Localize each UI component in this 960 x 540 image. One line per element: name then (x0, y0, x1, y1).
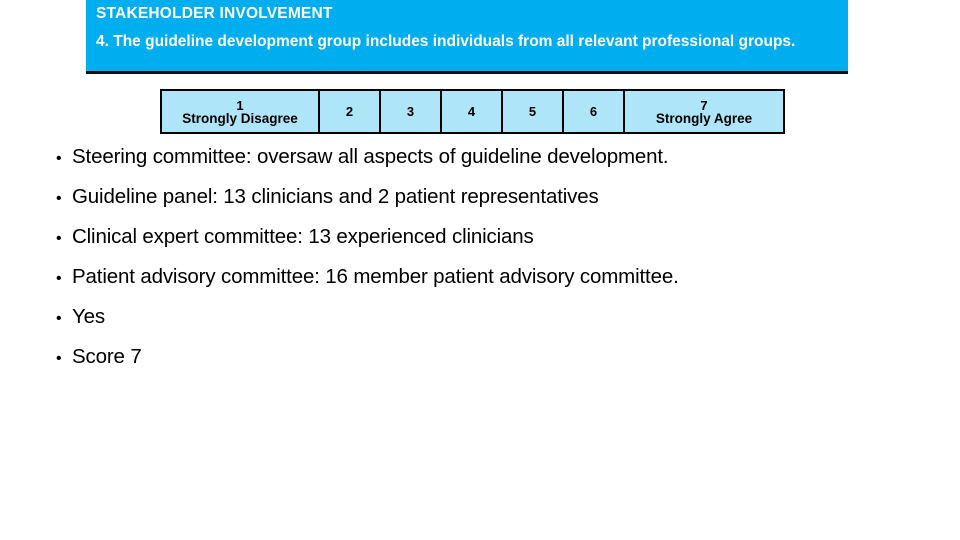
bullet-text: Yes (72, 305, 105, 328)
bullet-text: Guideline panel: 13 clinicians and 2 pat… (72, 185, 599, 208)
bullet-marker-icon: • (56, 150, 62, 167)
likert-label-7: Strongly Agree (655, 110, 753, 126)
bullet-item: • Score 7 (56, 342, 936, 382)
bullet-item: • Guideline panel: 13 clinicians and 2 pa… (56, 182, 936, 222)
likert-cell-1[interactable]: 1 Strongly Disagree (162, 91, 320, 132)
bullet-text: Clinical expert committee: 13 experience… (72, 225, 534, 248)
bullet-text: Patient advisory committee: 16 member pa… (72, 265, 679, 288)
bullet-item: • Clinical expert committee: 13 experienc… (56, 222, 936, 262)
question-text: 4. The guideline development group inclu… (96, 33, 796, 50)
likert-cell-3[interactable]: 3 (381, 91, 442, 132)
likert-number-6: 6 (589, 104, 598, 119)
bullet-marker-icon: • (56, 310, 62, 327)
likert-number-2: 2 (345, 104, 354, 119)
likert-number-7: 7 (700, 97, 708, 113)
bullet-marker-icon: • (56, 350, 62, 367)
bullet-item: • Patient advisory committee: 16 member p… (56, 262, 936, 302)
likert-number-1: 1 (236, 97, 244, 113)
likert-cell-4[interactable]: 4 (442, 91, 503, 132)
likert-number-4: 4 (467, 104, 476, 119)
bullet-item: • Yes (56, 302, 936, 342)
answer-bullet-list: • Steering committee: oversaw all aspects… (56, 142, 936, 382)
likert-cell-5[interactable]: 5 (503, 91, 564, 132)
bullet-text: Steering committee: oversaw all aspects … (72, 145, 669, 168)
likert-label-1: Strongly Disagree (182, 110, 298, 126)
domain-title: STAKEHOLDER INVOLVEMENT (96, 5, 333, 22)
bullet-marker-icon: • (56, 230, 62, 247)
likert-cell-7[interactable]: 7 Strongly Agree (625, 91, 783, 132)
likert-cell-2[interactable]: 2 (320, 91, 381, 132)
likert-number-3: 3 (406, 104, 415, 119)
likert-scale-row: 1 Strongly Disagree 2 3 4 5 6 7 Strongly Agree (160, 89, 785, 134)
bullet-text: Score 7 (72, 345, 142, 368)
bullet-marker-icon: • (56, 190, 62, 207)
bullet-marker-icon: • (56, 270, 62, 287)
likert-cell-6[interactable]: 6 (564, 91, 625, 132)
likert-number-5: 5 (528, 104, 537, 119)
stakeholder-involvement-header: STAKEHOLDER INVOLVEMENT 4. The guideline… (86, 0, 848, 74)
bullet-item: • Steering committee: oversaw all aspects… (56, 142, 936, 182)
